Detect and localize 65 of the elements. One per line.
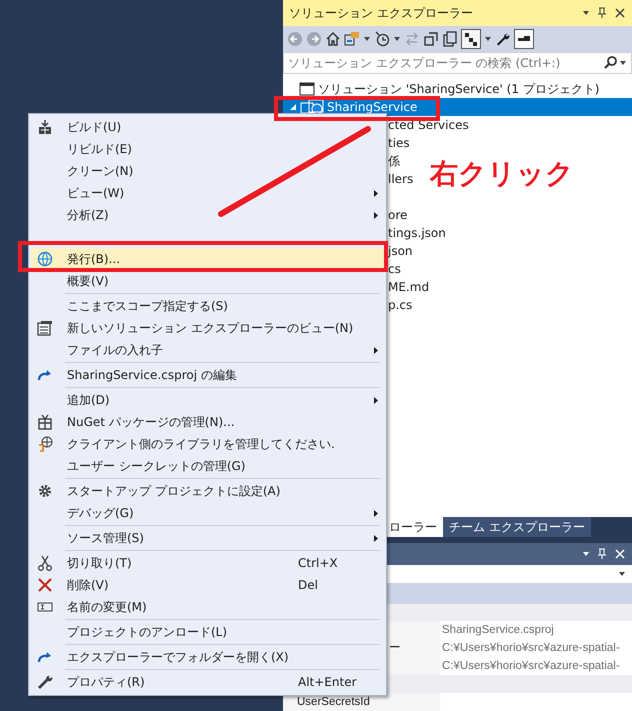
curved-arrow-icon: [37, 367, 53, 383]
menu-item[interactable]: クライアント側のライブラリを管理してください.: [31, 433, 384, 455]
menu-item[interactable]: ビルド(U): [31, 116, 384, 138]
caret-icon[interactable]: [484, 35, 492, 43]
menu-item[interactable]: 名前の変更(M): [31, 596, 384, 618]
window-icon: [37, 320, 53, 336]
copy-icon[interactable]: [442, 31, 458, 47]
globe-icon: [37, 436, 53, 452]
wrench-icon: [37, 674, 53, 690]
menu-item[interactable]: デバッグ(G): [31, 502, 384, 524]
menu-item[interactable]: ここまでスコープ指定する(S): [31, 295, 384, 317]
menu-item[interactable]: 切り取り(T) Ctrl+X: [31, 552, 384, 574]
build-icon: [37, 119, 53, 135]
panel-title: ソリューション エクスプローラー: [289, 5, 473, 22]
property-value: SharingService.csproj: [440, 621, 632, 640]
caret-icon[interactable]: [363, 35, 371, 43]
menu-item[interactable]: クリーン(N): [31, 160, 384, 182]
tree-item[interactable]: ソリューション 'SharingService' (1 プロジェクト): [283, 80, 632, 98]
shortcut-text: Del: [298, 577, 319, 594]
search-icon: [603, 55, 619, 71]
dropdown-icon[interactable]: [582, 550, 590, 558]
scissors-icon: [37, 555, 53, 571]
menu-item[interactable]: スタートアップ プロジェクトに設定(A): [31, 480, 384, 502]
caret-icon[interactable]: [393, 35, 401, 43]
menu-item[interactable]: リビルド(E): [31, 138, 384, 160]
delete-icon: [37, 577, 53, 593]
wrench-icon[interactable]: [495, 31, 511, 47]
menu-item[interactable]: NuGet パッケージの管理(N)...: [31, 411, 384, 433]
settings-icon: [37, 483, 53, 499]
dropdown-icon[interactable]: [582, 9, 590, 17]
menu-item[interactable]: 削除(V) Del: [31, 574, 384, 596]
search-field[interactable]: ソリューション エクスプローラー の検索 (Ctrl+:): [283, 52, 632, 74]
caret-icon: [619, 59, 627, 67]
menu-item[interactable]: 概要(V): [31, 270, 384, 292]
curved-arrow-icon: [37, 649, 53, 665]
tree-view-icon[interactable]: [461, 29, 481, 49]
menu-item[interactable]: ビュー(W): [31, 182, 384, 204]
expander-icon[interactable]: [289, 103, 297, 111]
sync-icon[interactable]: [344, 31, 360, 47]
menu-item[interactable]: SharingService.csproj の編集: [31, 364, 384, 386]
close-icon[interactable]: [614, 7, 626, 19]
package-icon: [37, 414, 53, 430]
menu-item[interactable]: プロパティ(R) Alt+Enter: [31, 671, 384, 693]
menu-item[interactable]: 分析(Z): [31, 204, 384, 226]
menu-item[interactable]: ソース管理(S): [31, 527, 384, 549]
menu-item[interactable]: ユーザー シークレットの管理(G): [31, 455, 384, 477]
caret-icon: [618, 570, 626, 578]
annotation-label: 右クリック: [430, 156, 574, 192]
property-value: C:¥Users¥horio¥src¥azure-spatial-: [440, 639, 632, 658]
menu-item[interactable]: 追加(D): [31, 389, 384, 411]
shortcut-text: Alt+Enter: [298, 674, 358, 691]
menu-item[interactable]: 新しいソリューション エクスプローラーのビュー(N): [31, 317, 384, 339]
shortcut-text: Ctrl+X: [298, 555, 339, 572]
preview-icon[interactable]: [514, 29, 534, 49]
home-icon[interactable]: [325, 31, 341, 47]
globe-icon: [37, 251, 53, 267]
menu-item[interactable]: 発行(B)...: [31, 248, 384, 270]
panel-tab[interactable]: チーム エクスプローラー: [443, 517, 591, 537]
menu-item[interactable]: ファイルの入れ子: [31, 339, 384, 361]
history-icon[interactable]: [374, 31, 390, 47]
property-value: C:¥Users¥horio¥src¥azure-spatial-: [440, 657, 632, 676]
project-icon: [300, 99, 324, 115]
pin-icon[interactable]: [596, 7, 608, 19]
solution-icon: [299, 81, 315, 97]
collapse-icon[interactable]: [423, 31, 439, 47]
